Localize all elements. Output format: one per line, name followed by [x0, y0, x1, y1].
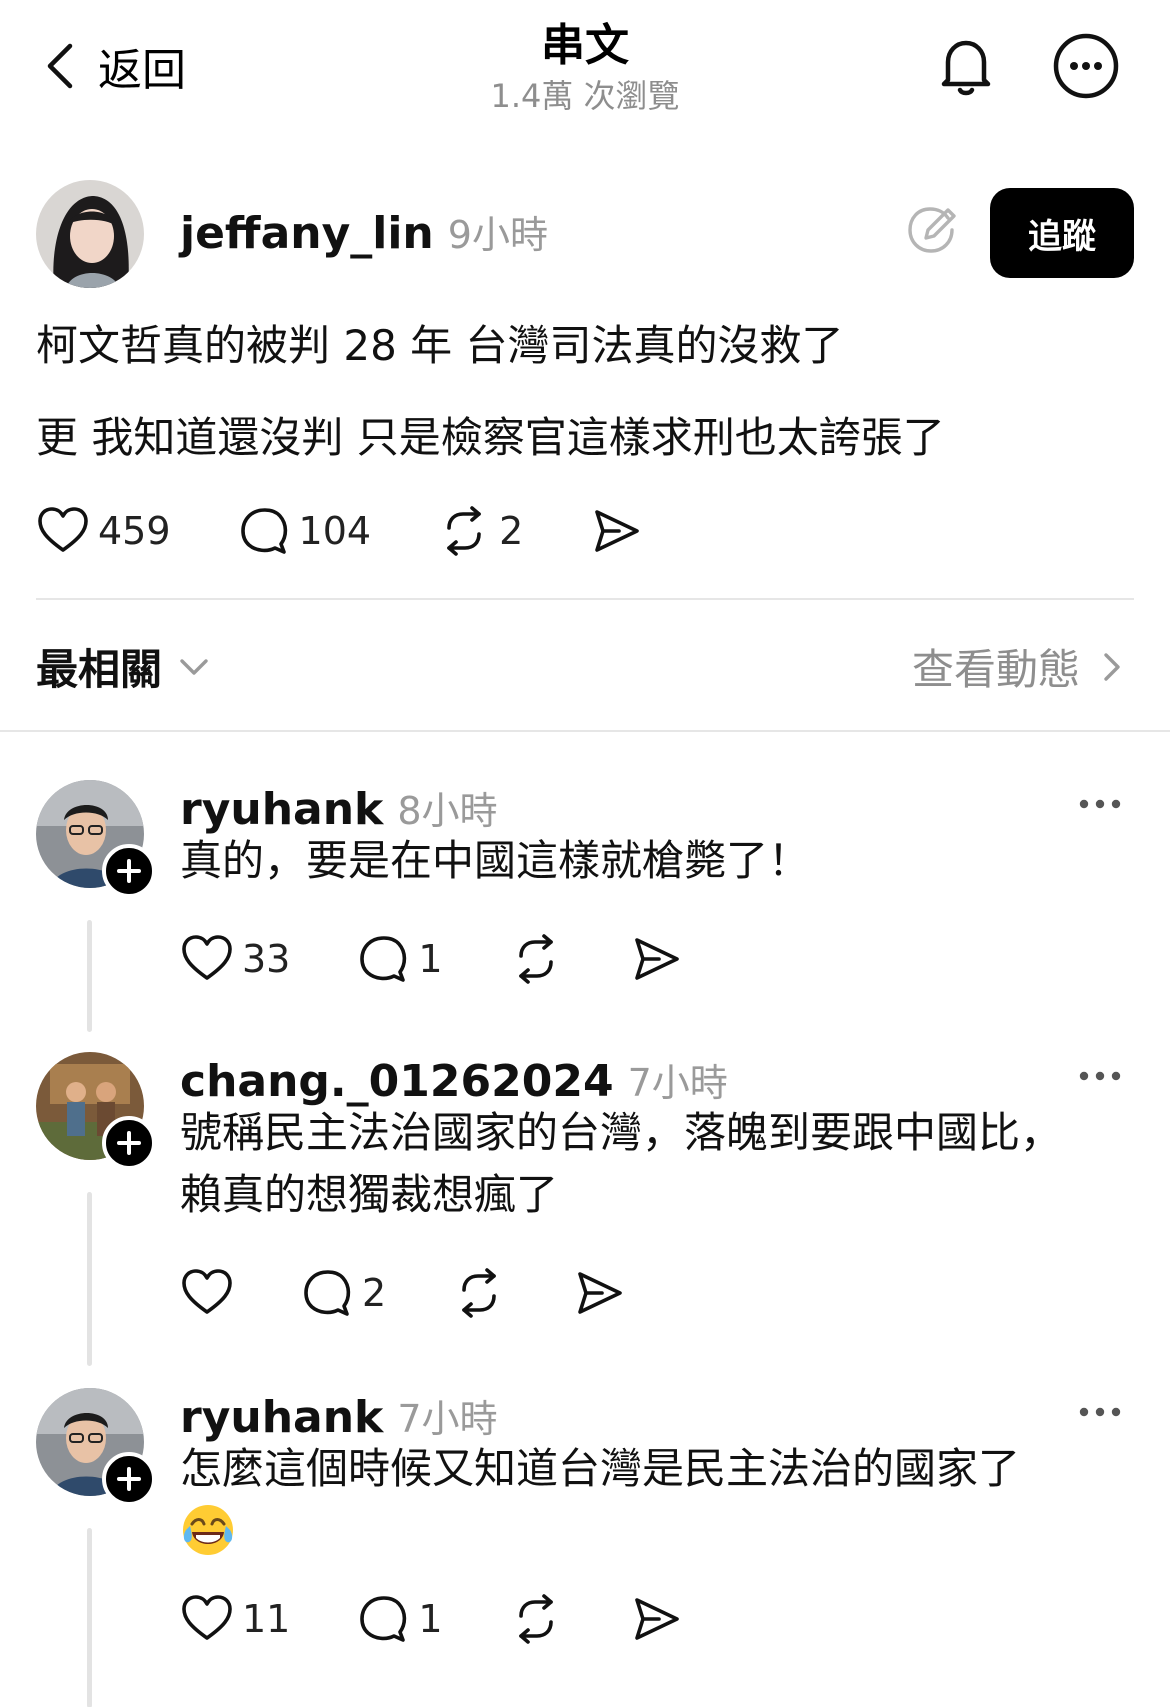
heart-icon — [180, 1266, 234, 1320]
more-circle-icon[interactable] — [1050, 30, 1122, 102]
back-button[interactable]: 返回 — [42, 38, 186, 96]
view-activity-link[interactable]: 查看動態 — [912, 636, 1128, 697]
reply-text-line-1: 號稱民主法治國家的台灣，落魄到要跟中國比， — [180, 1108, 1063, 1157]
follow-plus-button[interactable] — [102, 1116, 156, 1170]
comment-icon — [237, 504, 291, 558]
divider — [36, 598, 1134, 600]
repost-icon — [509, 1592, 563, 1646]
like-count: 33 — [242, 937, 291, 981]
more-icon[interactable] — [1076, 1402, 1124, 1422]
comment-icon — [356, 1592, 410, 1646]
reply-meta: ryuhank 7小時 — [180, 1388, 498, 1443]
follow-button[interactable]: 追蹤 — [990, 188, 1134, 278]
bell-icon[interactable] — [930, 30, 1002, 102]
like-button[interactable]: 11 — [180, 1592, 290, 1646]
comment-count: 1 — [418, 937, 443, 981]
chevron-right-icon — [1104, 652, 1120, 681]
reply-item[interactable]: ryuhank 8小時 真的，要是在中國這樣就槍斃了！ 33 1 — [0, 780, 1170, 1040]
repost-count: 2 — [499, 509, 524, 553]
post-username[interactable]: jeffany_lin — [180, 208, 434, 259]
reply-actions: 2 — [180, 1266, 626, 1320]
avatar-image — [36, 180, 144, 288]
plus-icon — [114, 1128, 144, 1158]
send-icon — [629, 1592, 683, 1646]
like-button[interactable]: 33 — [180, 932, 290, 986]
chevron-down-icon — [180, 658, 208, 675]
send-icon — [572, 1266, 626, 1320]
repost-button[interactable] — [509, 932, 563, 986]
reply-username[interactable]: chang._01262024 — [180, 1056, 614, 1107]
thread-line — [87, 1192, 92, 1366]
reply-text: 真的，要是在中國這樣就槍斃了！ — [180, 836, 811, 885]
reply-item[interactable]: chang._01262024 7小時 號稱民主法治國家的台灣，落魄到要跟中國比… — [0, 1052, 1170, 1372]
more-icon[interactable] — [1076, 1066, 1124, 1086]
post-meta: jeffany_lin 9小時 — [180, 204, 548, 259]
send-icon — [629, 932, 683, 986]
reply-time: 7小時 — [397, 1397, 498, 1441]
repost-button[interactable]: 2 — [437, 504, 523, 558]
sort-label: 最相關 — [36, 645, 163, 694]
heart-icon — [180, 1592, 234, 1646]
reply-actions: 33 1 — [180, 932, 683, 986]
reply-username[interactable]: ryuhank — [180, 1392, 383, 1443]
thread-line — [87, 920, 92, 1032]
pencil-circle-icon[interactable] — [904, 202, 960, 258]
repost-icon — [437, 504, 491, 558]
sort-dropdown[interactable]: 最相關 — [36, 636, 212, 697]
reply-item[interactable]: ryuhank 7小時 怎麼這個時候又知道台灣是民主法治的國家了 11 1 — [0, 1388, 1170, 1707]
activity-label: 查看動態 — [911, 645, 1080, 694]
sort-bar: 最相關 查看動態 — [36, 636, 1136, 696]
comment-button[interactable]: 104 — [237, 504, 372, 558]
comment-icon — [300, 1266, 354, 1320]
repost-button[interactable] — [509, 1592, 563, 1646]
comment-button[interactable]: 2 — [300, 1266, 386, 1320]
reply-text-line-2: 賴真的想獨裁想瘋了 — [180, 1170, 559, 1219]
like-count: 459 — [98, 509, 171, 553]
plus-icon — [114, 856, 144, 886]
post-text-line-2: 更 我知道還沒判 只是檢察官這樣求刑也太誇張了 — [36, 413, 945, 462]
section-divider — [0, 730, 1170, 732]
more-icon[interactable] — [1076, 794, 1124, 814]
follow-plus-button[interactable] — [102, 844, 156, 898]
post-text-line-1: 柯文哲真的被判 28 年 台灣司法真的沒救了 — [36, 321, 844, 370]
comment-count: 1 — [418, 1597, 443, 1641]
avatar[interactable] — [36, 180, 144, 288]
reply-text: 怎麼這個時候又知道台灣是民主法治的國家了 — [180, 1444, 1021, 1493]
chevron-left-icon — [47, 43, 73, 89]
repost-icon — [509, 932, 563, 986]
comment-icon — [356, 932, 410, 986]
comment-button[interactable]: 1 — [356, 1592, 443, 1646]
reply-emoji-line — [180, 1502, 236, 1575]
share-button[interactable] — [629, 932, 683, 986]
follow-plus-button[interactable] — [102, 1452, 156, 1506]
share-button[interactable] — [572, 1266, 626, 1320]
like-count: 11 — [242, 1597, 291, 1641]
heart-icon — [36, 504, 90, 558]
thread-line — [87, 1528, 92, 1707]
share-button[interactable] — [629, 1592, 683, 1646]
reply-actions: 11 1 — [180, 1592, 683, 1646]
post-header: jeffany_lin 9小時 追蹤 — [36, 180, 1136, 290]
reply-time: 7小時 — [627, 1061, 728, 1105]
like-button[interactable]: 459 — [36, 504, 171, 558]
post-time: 9小時 — [447, 213, 548, 257]
reply-meta: ryuhank 8小時 — [180, 780, 498, 835]
repost-button[interactable] — [452, 1266, 506, 1320]
reply-time: 8小時 — [397, 789, 498, 833]
reply-meta: chang._01262024 7小時 — [180, 1052, 728, 1107]
share-button[interactable] — [589, 504, 643, 558]
repost-icon — [452, 1266, 506, 1320]
plus-icon — [114, 1464, 144, 1494]
reply-username[interactable]: ryuhank — [180, 784, 383, 835]
back-label: 返回 — [98, 45, 186, 96]
post-actions: 459 104 2 — [36, 504, 643, 558]
comment-count: 104 — [298, 509, 372, 553]
comment-count: 2 — [362, 1271, 387, 1315]
send-icon — [589, 504, 643, 558]
like-button[interactable] — [180, 1266, 234, 1320]
comment-button[interactable]: 1 — [356, 932, 443, 986]
top-bar: 返回 串文 1.4萬 次瀏覽 — [0, 0, 1170, 140]
heart-icon — [180, 932, 234, 986]
tears-of-joy-emoji — [183, 1505, 233, 1555]
